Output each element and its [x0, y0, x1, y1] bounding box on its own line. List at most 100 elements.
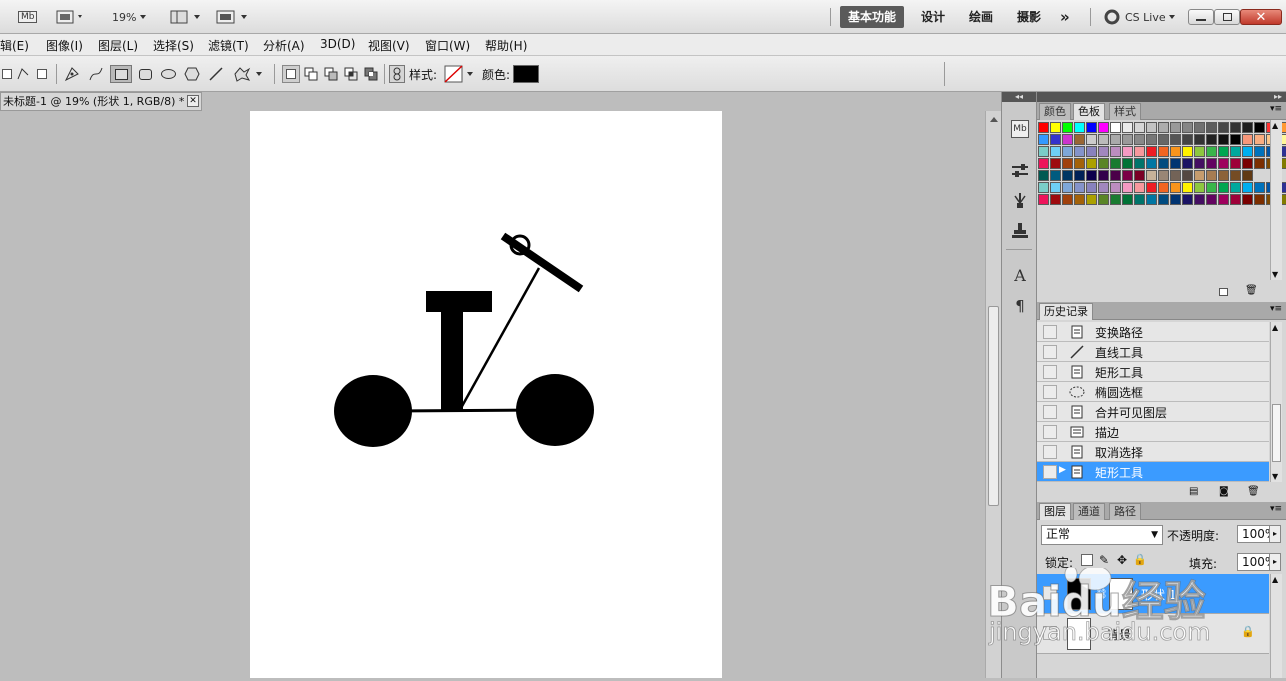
color-swatch[interactable]: [1110, 122, 1121, 133]
polygon-tool-button[interactable]: [182, 65, 202, 83]
brush-panel-icon[interactable]: [1011, 192, 1029, 210]
history-source-checkbox[interactable]: [1043, 445, 1057, 459]
color-swatch[interactable]: [1170, 170, 1181, 181]
custom-shape-tool-button[interactable]: [230, 65, 264, 83]
color-swatch[interactable]: [1134, 122, 1145, 133]
color-swatch[interactable]: [1218, 170, 1229, 181]
trash-icon[interactable]: 🗑: [1247, 486, 1260, 497]
color-swatch[interactable]: [1254, 122, 1265, 133]
color-swatch[interactable]: [1098, 194, 1109, 205]
color-swatch[interactable]: [1182, 134, 1193, 145]
opacity-slider-button[interactable]: ▸: [1269, 525, 1281, 543]
rectangle-tool-button[interactable]: [110, 65, 132, 83]
color-swatch[interactable]: [1098, 134, 1109, 145]
ellipse-tool-button[interactable]: [158, 65, 178, 83]
color-swatch[interactable]: [1050, 158, 1061, 169]
intersect-shape-areas-button[interactable]: [342, 65, 360, 83]
color-swatch[interactable]: [1074, 158, 1085, 169]
document-canvas[interactable]: [250, 111, 722, 678]
color-swatch[interactable]: [1206, 146, 1217, 157]
color-swatch[interactable]: [1110, 182, 1121, 193]
color-swatch[interactable]: [1242, 182, 1253, 193]
history-item[interactable]: 矩形工具: [1037, 362, 1269, 382]
color-swatch[interactable]: [1098, 146, 1109, 157]
color-swatch[interactable]: [1242, 134, 1253, 145]
workspace-essentials[interactable]: 基本功能: [840, 6, 905, 28]
color-swatch[interactable]: [1230, 194, 1241, 205]
link-layer-style-button[interactable]: [389, 65, 405, 83]
style-picker[interactable]: [443, 65, 475, 83]
mini-bridge-button[interactable]: Mb: [18, 8, 38, 26]
exclude-overlapping-shape-areas-button[interactable]: [362, 65, 380, 83]
character-panel-icon[interactable]: A: [1011, 266, 1029, 285]
color-swatch[interactable]: [1170, 158, 1181, 169]
color-swatch[interactable]: [1242, 122, 1253, 133]
color-swatch[interactable]: [1218, 194, 1229, 205]
history-source-checkbox[interactable]: [1043, 425, 1057, 439]
panel-menu-icon[interactable]: ▾≡: [1270, 104, 1282, 114]
extras-dropdown[interactable]: [56, 8, 86, 26]
color-swatch[interactable]: [1254, 194, 1265, 205]
color-swatch[interactable]: [1254, 134, 1265, 145]
layer-row-shape[interactable]: ⛓ 形状 1: [1037, 574, 1269, 614]
history-source-checkbox[interactable]: [1043, 325, 1057, 339]
close-button[interactable]: ✕: [1240, 9, 1282, 25]
color-swatch[interactable]: [1158, 182, 1169, 193]
history-item[interactable]: 椭圆选框: [1037, 382, 1269, 402]
color-swatch[interactable]: [1050, 170, 1061, 181]
lock-transparent-pixels-icon[interactable]: [1081, 554, 1093, 566]
color-swatch[interactable]: [1086, 158, 1097, 169]
panel-menu-icon[interactable]: ▾≡: [1270, 504, 1282, 514]
color-swatch[interactable]: [1194, 158, 1205, 169]
layers-scrollbar[interactable]: ▲: [1270, 574, 1282, 678]
color-swatch[interactable]: [1110, 146, 1121, 157]
paths-button[interactable]: [14, 65, 32, 83]
tab-styles[interactable]: 样式: [1109, 103, 1141, 120]
subtract-from-shape-area-button[interactable]: [322, 65, 340, 83]
color-swatch[interactable]: [1062, 134, 1073, 145]
trash-icon[interactable]: 🗑: [1245, 285, 1258, 296]
history-item[interactable]: 描边: [1037, 422, 1269, 442]
color-swatch[interactable]: [1062, 122, 1073, 133]
color-swatch[interactable]: [1158, 122, 1169, 133]
lock-image-pixels-icon[interactable]: ✎: [1099, 553, 1109, 567]
color-swatch[interactable]: [1134, 134, 1145, 145]
color-swatch[interactable]: [1158, 134, 1169, 145]
document-tab[interactable]: 未标题-1 @ 19% (形状 1, RGB/8) * ✕: [0, 92, 202, 111]
color-swatch[interactable]: [1086, 134, 1097, 145]
color-swatch[interactable]: [1038, 122, 1049, 133]
screen-mode-dropdown[interactable]: [216, 8, 250, 26]
menu-analysis[interactable]: 分析(A): [263, 37, 305, 54]
workspace-photography[interactable]: 摄影: [1009, 6, 1049, 28]
color-swatch[interactable]: [1182, 158, 1193, 169]
color-swatch[interactable]: [1134, 182, 1145, 193]
swatches-scrollbar[interactable]: ▲ ▼: [1270, 120, 1282, 280]
minimize-button[interactable]: [1188, 9, 1214, 25]
menu-help[interactable]: 帮助(H): [485, 37, 527, 54]
color-swatch[interactable]: [1146, 194, 1157, 205]
color-swatch[interactable]: [1098, 170, 1109, 181]
color-swatch[interactable]: [1146, 122, 1157, 133]
color-swatch[interactable]: [1110, 134, 1121, 145]
color-swatch[interactable]: [1182, 194, 1193, 205]
arrange-documents-dropdown[interactable]: [170, 8, 202, 26]
color-swatch[interactable]: [1050, 194, 1061, 205]
color-swatch[interactable]: [1182, 170, 1193, 181]
workspace-painting[interactable]: 绘画: [961, 6, 1001, 28]
line-tool-button[interactable]: [206, 65, 226, 83]
color-swatch[interactable]: [1098, 182, 1109, 193]
history-source-checkbox[interactable]: [1043, 365, 1057, 379]
color-swatch[interactable]: [1062, 194, 1073, 205]
expand-panels-button[interactable]: ▸▸: [1037, 92, 1286, 102]
color-swatch[interactable]: [1074, 182, 1085, 193]
color-swatch[interactable]: [1218, 134, 1229, 145]
color-swatch[interactable]: [1206, 182, 1217, 193]
color-swatch[interactable]: [1146, 134, 1157, 145]
tab-paths[interactable]: 路径: [1109, 503, 1141, 520]
pen-tool-button[interactable]: [62, 65, 82, 83]
color-swatch[interactable]: [1254, 182, 1265, 193]
color-swatch[interactable]: [1218, 122, 1229, 133]
menu-edit[interactable]: 辑(E): [0, 37, 29, 54]
history-source-checkbox[interactable]: [1043, 345, 1057, 359]
color-swatch[interactable]: [1074, 170, 1085, 181]
